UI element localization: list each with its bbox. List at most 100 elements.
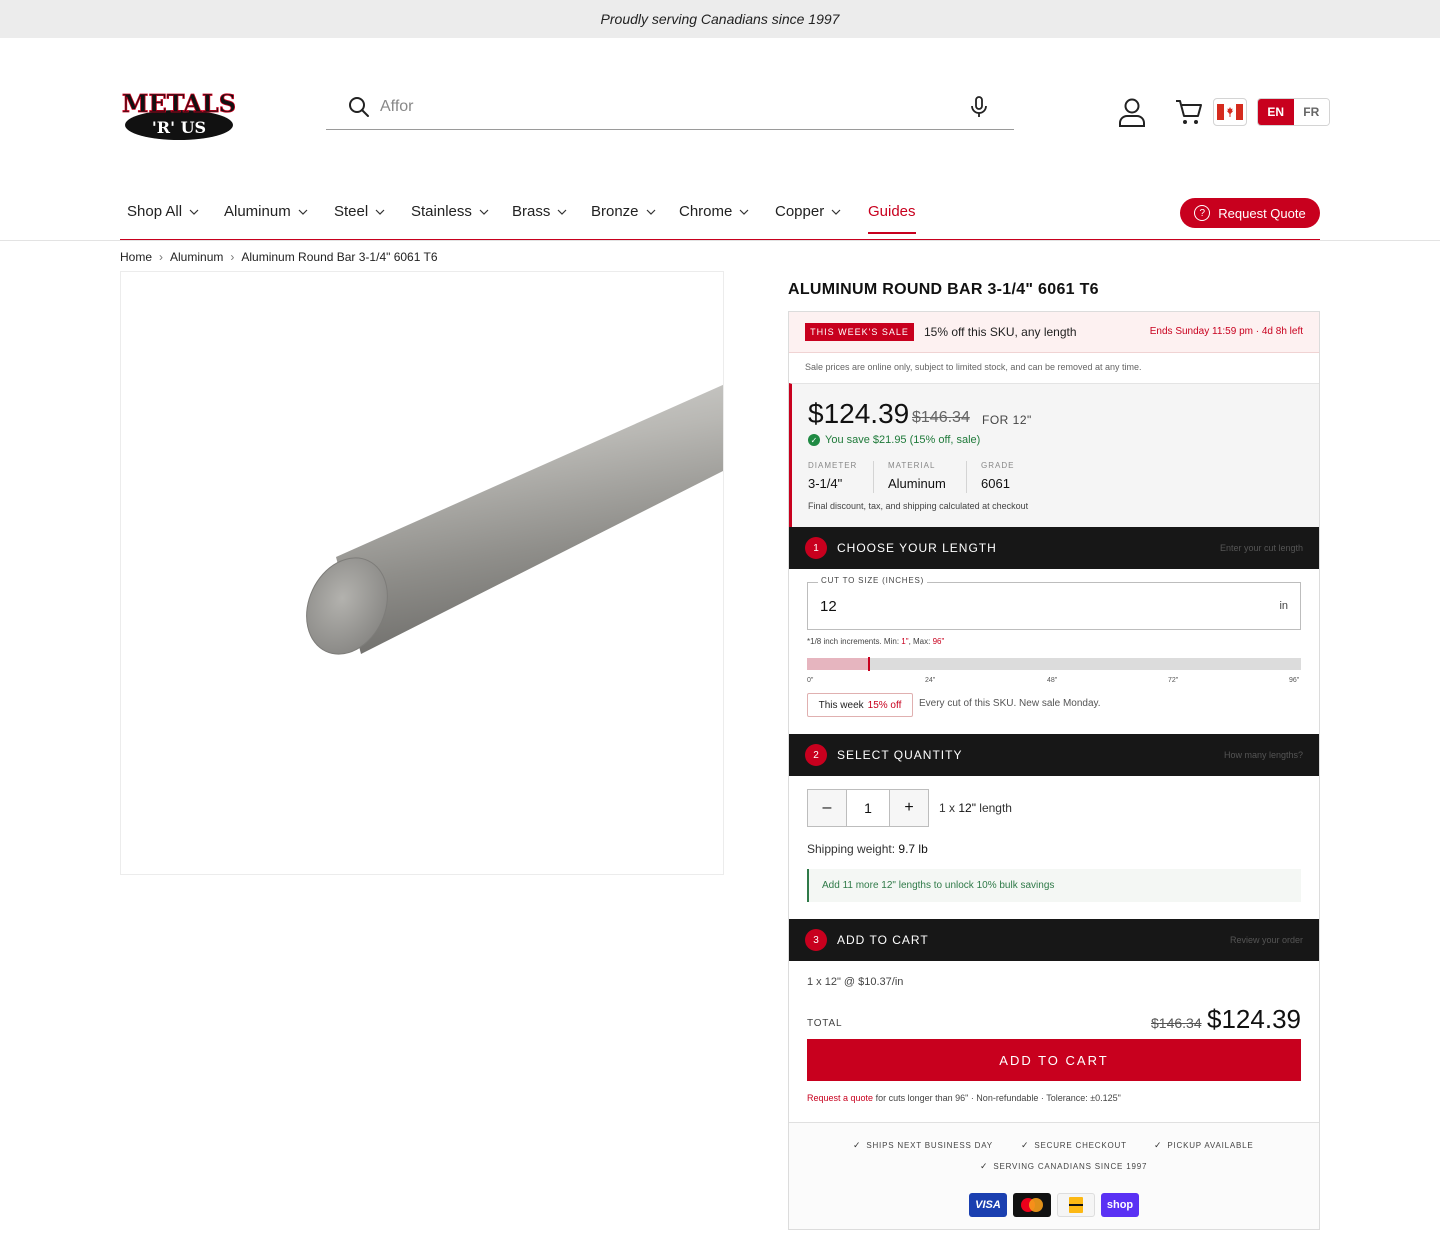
trust-text: PICKUP AVAILABLE [1167,1141,1254,1150]
divider [873,461,874,493]
total-original-price: $146.34 [1151,1015,1202,1031]
decrement-button[interactable]: – [808,790,846,826]
nav-item-guides[interactable]: Guides [868,203,916,234]
nav-item-shop-all[interactable]: Shop All [127,203,199,220]
sale-tag: THIS WEEK'S SALE [805,323,914,341]
product-title: ALUMINUM ROUND BAR 3-1/4" 6061 T6 [788,281,1099,298]
qty-desc-prefix: 1 x [939,801,959,815]
nav-label: Aluminum [224,203,291,220]
site-logo[interactable]: METALS 'R' US [122,88,238,144]
nav-label: Copper [775,203,825,220]
slider-tick: 96" [1289,677,1300,684]
breadcrumb-home[interactable]: Home [120,250,152,264]
trust-section: ✓ SHIPS NEXT BUSINESS DAY ✓ SECURE CHECKOU… [789,1122,1319,1229]
price-box: $124.39 $146.34 FOR 12" ✓ You save $21.9… [789,383,1319,527]
search-input[interactable] [380,94,940,120]
search-icon[interactable] [348,96,370,118]
sale-text: 15% off this SKU, any length [924,325,1077,339]
bulk-savings-note: Add 11 more 12" lengths to unlock 10% bu… [807,869,1301,902]
chevron-down-icon [375,209,385,215]
step-title: CHOOSE YOUR LENGTH [837,541,997,555]
savings-text: You save $21.95 (15% off, sale) [825,434,981,446]
length-input[interactable] [820,595,1220,617]
nav-label: Chrome [679,203,733,220]
step-hint: Enter your cut length [1219,543,1303,553]
request-quote-link[interactable]: Request a quote [807,1093,873,1103]
logo-text-metals: METALS [122,89,236,118]
slider-tick: 24" [925,677,936,684]
spec-material: MATERIAL Aluminum [888,461,946,491]
nav-item-aluminum[interactable]: Aluminum [224,203,308,220]
length-note-prefix: *1/8 inch increments. Min: [807,637,902,646]
spec-label: MATERIAL [888,461,936,470]
chevron-down-icon [646,209,655,215]
quantity-value[interactable]: 1 [846,790,890,826]
savings-line: ✓ You save $21.95 (15% off, sale) [808,434,980,446]
breadcrumb: Home › Aluminum › Aluminum Round Bar 3-1… [120,250,438,264]
main-nav: Shop All Aluminum Steel Stainless Brass … [120,196,1320,241]
mastercard-icon [1013,1193,1051,1217]
slider-handle[interactable] [867,657,870,671]
trust-item: ✓ SHIPS NEXT BUSINESS DAY [853,1140,993,1151]
step-number: 1 [805,537,827,559]
nav-label: Shop All [127,203,183,220]
checkout-note: Final discount, tax, and shipping calcul… [808,501,1029,511]
cart-line-summary: 1 x 12" @ $10.37/in [807,976,904,988]
nav-item-copper[interactable]: Copper [775,203,841,220]
step-cart-header: 3 ADD TO CART Review your order [789,919,1319,961]
spec-label: GRADE [981,461,1015,470]
step-title: SELECT QUANTITY [837,748,963,762]
divider [966,461,967,493]
sale-banner: THIS WEEK'S SALE 15% off this SKU, any l… [789,312,1319,353]
product-image[interactable] [120,271,724,875]
microphone-icon[interactable] [970,96,988,118]
shop-pay-icon: shop [1101,1193,1139,1217]
length-max: 96" [932,637,945,646]
total-price: $124.39 [1207,1004,1301,1034]
spec-diameter: DIAMETER 3-1/4" [808,461,857,491]
request-quote-button[interactable]: ? Request Quote [1180,198,1320,228]
cart-icon[interactable] [1174,98,1204,126]
nav-label: Steel [334,203,369,220]
nav-item-steel[interactable]: Steel [334,203,385,220]
length-unit: in [1279,600,1288,612]
request-quote-label: Request Quote [1218,205,1306,221]
lang-fr-button[interactable]: FR [1293,99,1329,125]
length-slider[interactable] [807,657,1301,671]
account-icon[interactable] [1116,96,1148,128]
nav-item-stainless[interactable]: Stainless [411,203,489,220]
interac-icon [1057,1193,1095,1217]
nav-item-chrome[interactable]: Chrome [679,203,749,220]
chip-value: 15% off [867,699,902,711]
chip-label: This week [818,699,864,711]
length-field: CUT TO SIZE (INCHES) in [807,576,1301,630]
quantity-stepper: – 1 + [807,789,929,827]
trust-text: SERVING CANADIANS SINCE 1997 [993,1162,1148,1171]
nav-item-brass[interactable]: Brass [512,203,567,220]
price-for-length: FOR 12" [982,413,1032,427]
chevron-down-icon [479,209,489,215]
trust-item: ✓ SECURE CHECKOUT [1021,1140,1127,1151]
slider-tick: 72" [1168,677,1179,684]
check-icon: ✓ [980,1161,989,1171]
step-length-header: 1 CHOOSE YOUR LENGTH Enter your cut leng… [789,527,1319,569]
nav-label: Stainless [411,203,472,220]
chevron-down-icon [831,209,841,215]
increment-button[interactable]: + [890,790,928,826]
spec-value: 6061 [981,476,1010,491]
sale-countdown: Ends Sunday 11:59 pm · 4d 8h left [1149,326,1303,337]
announcement-bar: Proudly serving Canadians since 1997 [0,0,1440,38]
slider-fill [807,658,869,670]
weekly-sale-text: Every cut of this SKU. New sale Monday. [919,698,1101,709]
nav-item-bronze[interactable]: Bronze [591,203,656,220]
add-to-cart-button[interactable]: ADD TO CART [807,1039,1301,1081]
spec-label: DIAMETER [808,461,858,470]
length-note: *1/8 inch increments. Min: 1", Max: 96" [807,637,944,646]
original-price: $146.34 [912,409,970,426]
step-quantity-header: 2 SELECT QUANTITY How many lengths? [789,734,1319,776]
spec-value: 3-1/4" [808,476,843,491]
spec-grade: GRADE 6061 [981,461,1014,491]
lang-en-button[interactable]: EN [1258,99,1294,125]
canada-flag-icon[interactable] [1213,98,1247,126]
breadcrumb-aluminum[interactable]: Aluminum [170,250,223,264]
